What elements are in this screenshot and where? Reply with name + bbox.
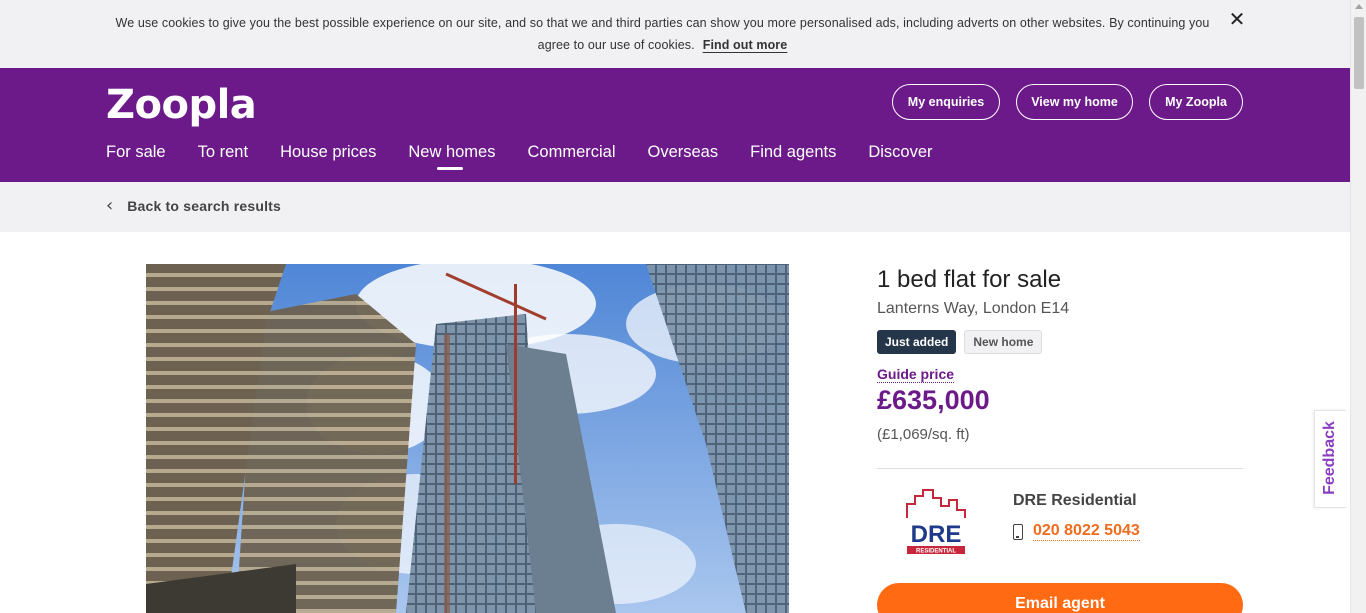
phone-icon [1013,523,1023,540]
nav-discover[interactable]: Discover [868,143,932,162]
listing-title: 1 bed flat for sale [877,266,1062,293]
nav-to-rent[interactable]: To rent [198,143,248,162]
view-my-home-button[interactable]: View my home [1016,84,1133,120]
back-to-search-link[interactable]: ‹ Back to search results [106,197,281,215]
nav-find-agents[interactable]: Find agents [750,143,836,162]
feedback-tab[interactable]: Feedback [1314,410,1346,508]
agent-name[interactable]: DRE Residential [1013,492,1137,510]
breadcrumb-bar: ‹ Back to search results [0,182,1350,232]
details-divider [877,468,1243,469]
cookie-message: We use cookies to give you the best poss… [100,12,1225,56]
just-added-badge: Just added [877,330,957,354]
phone-number: 020 8022 5043 [1033,522,1140,541]
zoopla-logo[interactable]: Zoopla [106,82,257,128]
listing-details: 1 bed flat for sale Lanterns Way, London… [877,264,1243,443]
my-zoopla-button[interactable]: My Zoopla [1149,84,1243,120]
agent-logo[interactable]: DRE RESIDENTIAL [903,488,969,560]
nav-overseas[interactable]: Overseas [648,143,719,162]
scrollbar-thumb[interactable] [1354,17,1364,89]
site-header: Zoopla My enquiries View my home My Zoop… [0,68,1350,182]
nav-new-homes[interactable]: New homes [408,143,495,170]
nav-commercial[interactable]: Commercial [527,143,615,162]
guide-price-label[interactable]: Guide price [877,366,955,383]
nav-for-sale[interactable]: For sale [106,143,166,162]
property-photo-image [146,264,789,613]
agent-logo-text: DRE [911,521,962,548]
scroll-up-arrow-icon[interactable] [1355,4,1363,9]
listing-badges: Just added New home [877,330,1243,354]
agent-logo-image: DRE RESIDENTIAL [906,489,966,555]
close-icon[interactable]: ✕ [1226,10,1248,32]
chevron-left-icon: ‹ [106,195,114,216]
nav-house-prices[interactable]: House prices [280,143,376,162]
price-per-sqft: (£1,069/sq. ft) [877,426,970,443]
agent-phone-link[interactable]: 020 8022 5043 [1013,522,1140,541]
scrollbar[interactable] [1350,0,1366,613]
find-out-more-link[interactable]: Find out more [703,38,788,52]
my-enquiries-button[interactable]: My enquiries [892,84,1000,120]
listing-price: £635,000 [877,385,990,415]
feedback-label: Feedback [1321,421,1338,495]
agent-logo-subtext: RESIDENTIAL [916,549,956,555]
email-agent-button[interactable]: Email agent [877,583,1243,613]
new-home-badge: New home [964,330,1043,354]
property-photo[interactable] [146,264,789,613]
cookie-text: We use cookies to give you the best poss… [115,16,1210,52]
cookie-banner: We use cookies to give you the best poss… [0,0,1350,68]
listing-address: Lanterns Way, London E14 [877,300,1070,317]
back-to-search-label: Back to search results [127,198,282,214]
main-nav: For sale To rent House prices New homes … [106,143,965,170]
